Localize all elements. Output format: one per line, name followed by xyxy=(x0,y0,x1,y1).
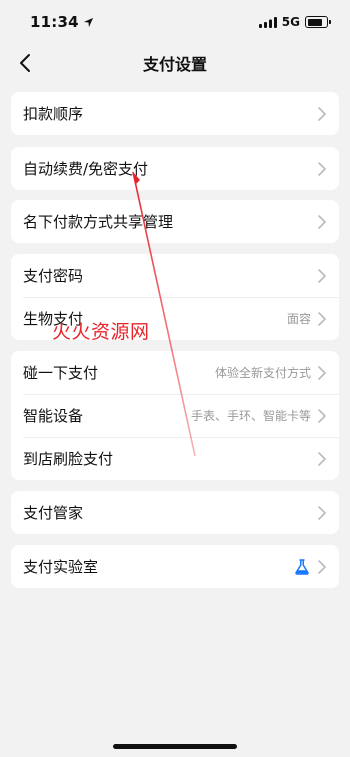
list-item-label: 自动续费/免密支付 xyxy=(23,160,149,178)
list-item-face-pay-in-store[interactable]: 到店刷脸支付 xyxy=(11,437,339,480)
battery-icon xyxy=(305,16,331,28)
watermark-text: 火火资源网 xyxy=(52,321,150,343)
list-item-payment-lab[interactable]: 支付实验室 xyxy=(11,545,339,588)
chevron-left-icon xyxy=(20,54,30,72)
chevron-right-icon xyxy=(317,451,327,467)
list-item-value: 体验全新支付方式 xyxy=(214,366,311,380)
list-item-label: 支付管家 xyxy=(23,504,84,522)
settings-group-auto-renew: 自动续费/免密支付 xyxy=(11,147,339,190)
list-item-shared-payment[interactable]: 名下付款方式共享管理 xyxy=(11,200,339,243)
chevron-right-icon xyxy=(317,106,327,122)
status-bar: 11:34 5G xyxy=(0,0,350,44)
chevron-right-icon xyxy=(317,365,327,381)
list-item-label: 支付实验室 xyxy=(23,558,99,576)
chevron-right-icon xyxy=(317,408,327,424)
chevron-right-icon xyxy=(317,268,327,284)
status-left: 11:34 xyxy=(30,13,94,31)
phone-screen: 11:34 5G 支付设置 扣款顺序 自动续费/免密支付 名下付款方式共享管理 … xyxy=(0,0,350,757)
list-item-smart-devices[interactable]: 智能设备 手表、手环、智能卡等 xyxy=(11,394,339,437)
list-item-label: 智能设备 xyxy=(23,407,84,425)
list-item-payment-butler[interactable]: 支付管家 xyxy=(11,491,339,534)
list-item-auto-renew[interactable]: 自动续费/免密支付 xyxy=(11,147,339,190)
list-item-label: 扣款顺序 xyxy=(23,105,84,123)
list-item-tap-to-pay[interactable]: 碰一下支付 体验全新支付方式 xyxy=(11,351,339,394)
flask-icon xyxy=(295,558,309,575)
settings-group-shared-payment: 名下付款方式共享管理 xyxy=(11,200,339,243)
list-item-label: 支付密码 xyxy=(23,267,84,285)
signal-bars-icon xyxy=(258,16,277,28)
status-right: 5G xyxy=(258,15,331,29)
battery-level xyxy=(307,18,322,26)
list-item-value: 面容 xyxy=(286,312,311,326)
settings-group-debit-order: 扣款顺序 xyxy=(11,92,339,135)
list-item-label: 碰一下支付 xyxy=(23,364,99,382)
chevron-right-icon xyxy=(317,214,327,230)
chevron-right-icon xyxy=(317,161,327,177)
list-item-label: 到店刷脸支付 xyxy=(23,450,114,468)
list-item-debit-order[interactable]: 扣款顺序 xyxy=(11,92,339,135)
back-button[interactable] xyxy=(10,48,40,78)
list-item-payment-password[interactable]: 支付密码 xyxy=(11,254,339,297)
chevron-right-icon xyxy=(317,311,327,327)
chevron-right-icon xyxy=(317,505,327,521)
location-arrow-icon xyxy=(83,17,93,27)
settings-group-devices: 碰一下支付 体验全新支付方式 智能设备 手表、手环、智能卡等 到店刷脸支付 xyxy=(11,351,339,480)
chevron-right-icon xyxy=(317,559,327,575)
list-item-label: 名下付款方式共享管理 xyxy=(23,213,174,231)
network-type: 5G xyxy=(281,15,300,29)
page-title: 支付设置 xyxy=(142,55,207,74)
home-indicator xyxy=(113,744,237,749)
status-time: 11:34 xyxy=(30,13,79,31)
list-item-value: 手表、手环、智能卡等 xyxy=(190,409,311,423)
nav-bar: 支付设置 xyxy=(0,44,350,82)
settings-group-payment-butler: 支付管家 xyxy=(11,491,339,534)
settings-group-payment-lab: 支付实验室 xyxy=(11,545,339,588)
